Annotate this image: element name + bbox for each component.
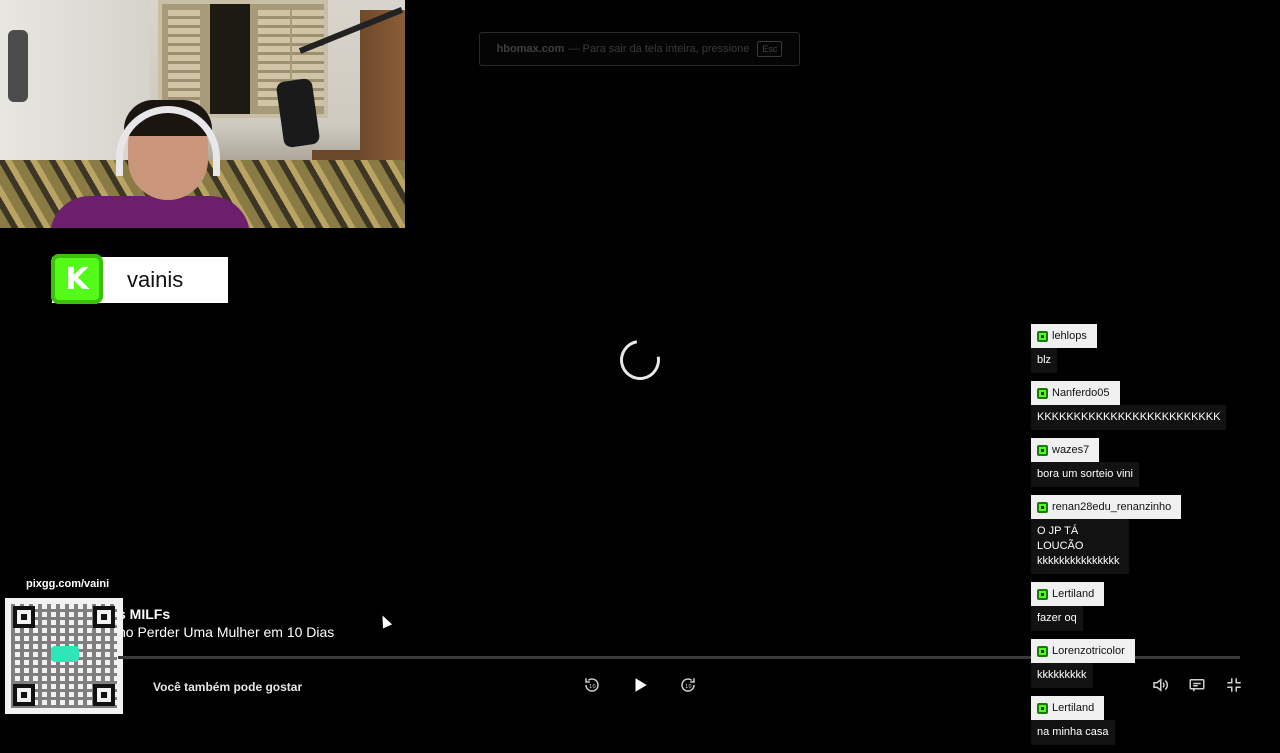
chat-username: Lertiland [1031,582,1105,606]
chat-message: Lertiland na minha casa [1031,696,1271,745]
kick-logo-icon: K [51,254,103,304]
chat-text: blz [1031,348,1058,373]
chat-overlay: lehlops blz Nanferdo05 KKKKKKKKKKKKKKKKK… [1031,324,1271,753]
chat-username: renan28edu_renanzinho [1031,495,1182,519]
chat-text: KKKKKKKKKKKKKKKKKKKKKKKKK [1031,405,1227,430]
mouse-cursor-icon [377,613,393,629]
rewind-10-icon[interactable]: 10 [583,676,601,694]
streamer-nametag: K vainis [51,254,228,304]
fullscreen-notice: hbomax.com — Para sair da tela inteira, … [479,32,800,66]
chat-username: Lorenzotricolor [1031,639,1135,663]
chat-text: kkkkkkkkk [1031,663,1093,688]
qr-label: pixgg.com/vaini [26,578,110,590]
suggestions-link[interactable]: Você também pode gostar [153,680,302,694]
forward-10-icon[interactable]: 10 [679,676,697,694]
chat-username: lehlops [1031,324,1097,348]
chat-text: na minha casa [1031,720,1115,745]
chat-message: Nanferdo05 KKKKKKKKKKKKKKKKKKKKKKKKK [1031,381,1271,430]
episode-title: no Perder Uma Mulher em 10 Dias [118,624,335,640]
kick-badge-icon [1037,501,1048,513]
kick-badge-icon [1037,645,1048,657]
svg-text:10: 10 [589,684,596,690]
loading-spinner-icon [612,332,668,388]
chat-username: wazes7 [1031,438,1100,462]
chat-text: O JP TÁ LOUCÃO kkkkkkkkkkkkkkk [1031,519,1129,574]
chat-username: Lertiland [1031,696,1105,720]
chat-message: lehlops blz [1031,324,1271,373]
fullscreen-notice-site: hbomax.com [496,43,565,55]
chat-message: wazes7 bora um sorteio vini [1031,438,1271,487]
chat-message: Lertiland fazer oq [1031,582,1271,631]
show-title: s MILFs [118,606,171,622]
kick-badge-icon [1037,330,1048,342]
kick-badge-icon [1037,444,1048,456]
qr-code [5,598,123,714]
qr-logo-icon [51,646,79,662]
kick-badge-icon [1037,702,1048,714]
kick-badge-icon [1037,387,1048,399]
esc-key-hint: Esc [757,41,783,57]
chat-message: Lorenzotricolor kkkkkkkkk [1031,639,1271,688]
webcam-feed [0,0,405,228]
chat-username: Nanferdo05 [1031,381,1120,405]
chat-text: fazer oq [1031,606,1083,631]
chat-message: renan28edu_renanzinho O JP TÁ LOUCÃO kkk… [1031,495,1271,574]
kick-badge-icon [1037,588,1048,600]
svg-text:10: 10 [685,684,692,690]
streamer-name: vainis [127,267,184,292]
fullscreen-notice-text: — Para sair da tela inteira, pressione [568,43,750,55]
chat-text: bora um sorteio vini [1031,462,1139,487]
play-icon[interactable] [631,676,649,694]
